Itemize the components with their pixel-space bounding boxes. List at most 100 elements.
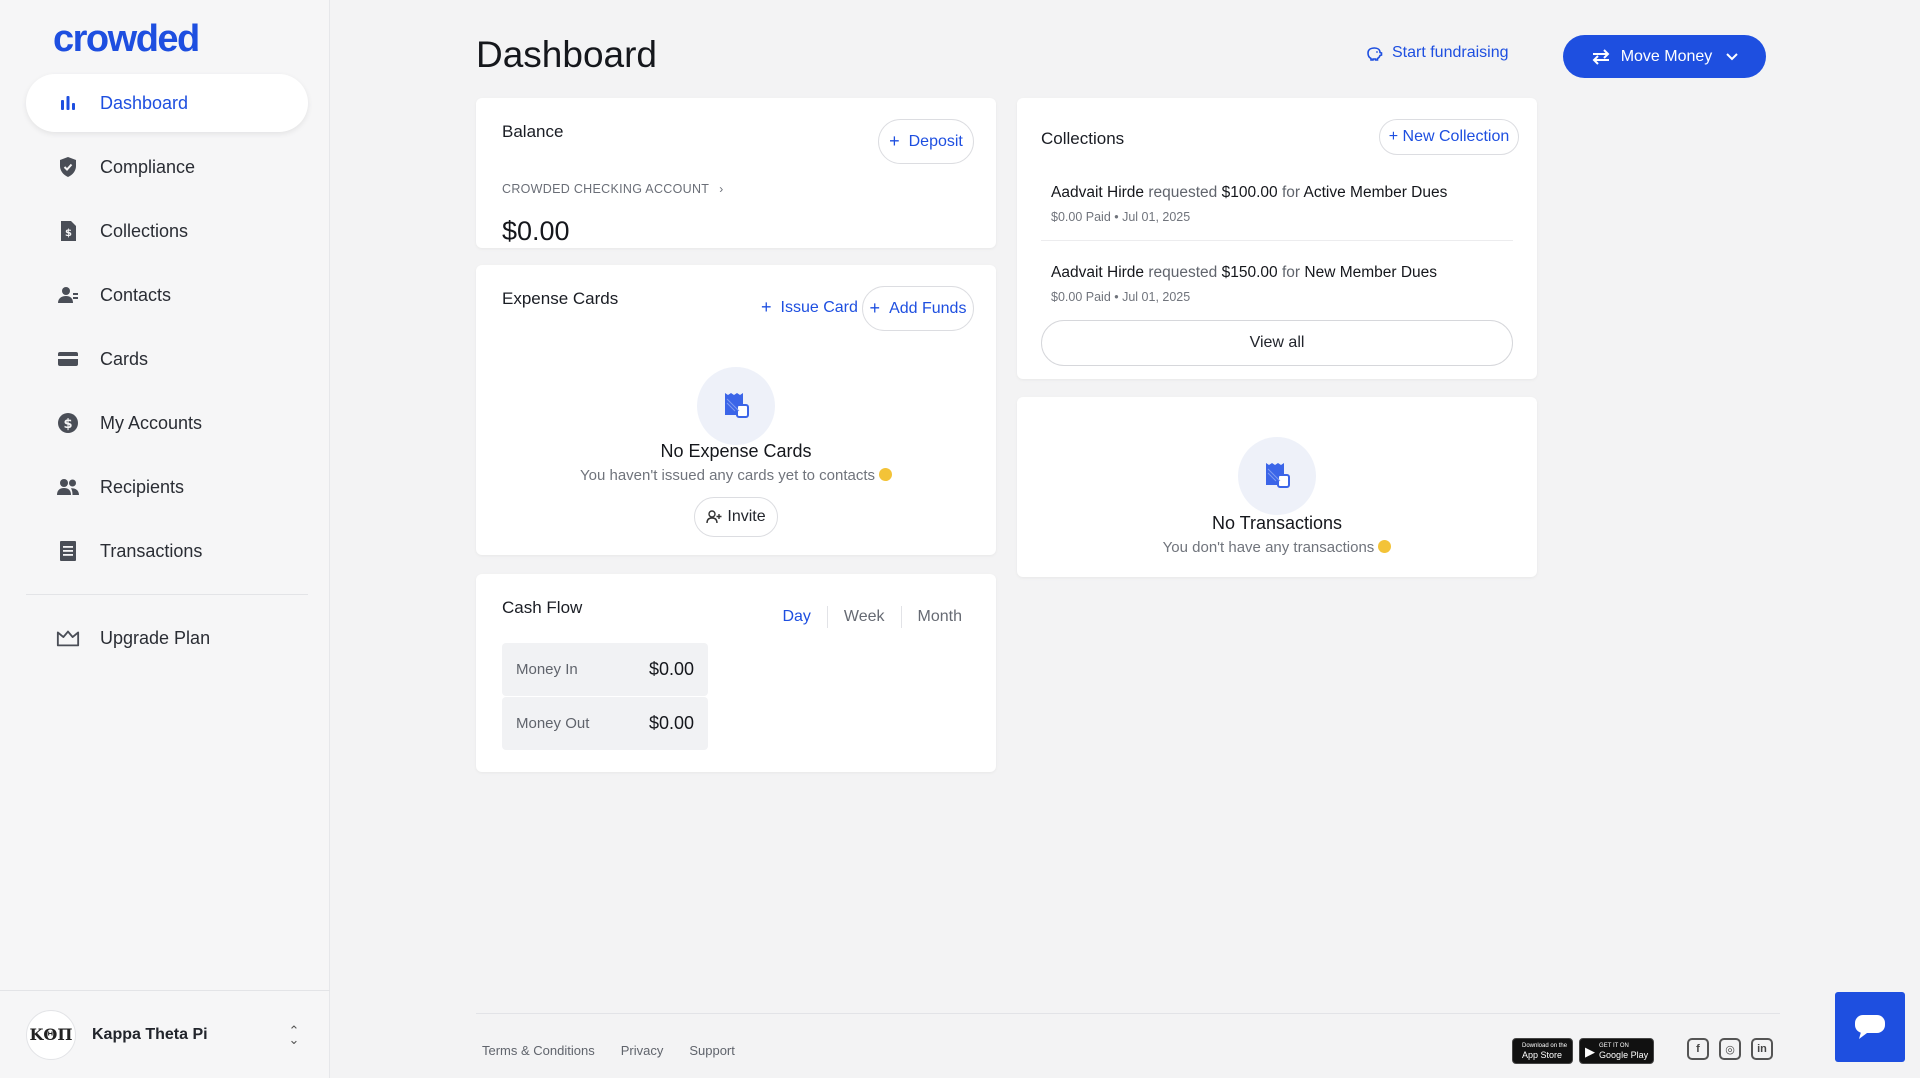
cash-flow-card: Cash Flow Day Week Month Money In $0.00 …	[476, 574, 996, 772]
empty-transactions-illustration	[1238, 437, 1316, 515]
receipt-icon	[1266, 463, 1290, 488]
collection-summary: Aadvait Hirde requested $150.00 for New …	[1051, 264, 1438, 281]
sidebar-item-compliance[interactable]: Compliance	[26, 138, 308, 196]
chevron-right-icon: ›	[719, 182, 724, 196]
tab-week[interactable]: Week	[828, 608, 901, 626]
sidebar-divider	[26, 594, 308, 595]
collections-title: Collections	[1041, 129, 1125, 148]
new-collection-button[interactable]: + New Collection	[1379, 119, 1519, 155]
checking-account-link[interactable]: CROWDED CHECKING ACCOUNT ›	[502, 182, 724, 196]
deposit-button[interactable]: + Deposit	[878, 119, 974, 164]
org-switcher[interactable]: ΚΘΠ Kappa Theta Pi ⌃ ⌄	[0, 990, 330, 1078]
deposit-label: Deposit	[908, 132, 963, 150]
cash-flow-tabs: Day Week Month	[766, 606, 978, 628]
page-title: Dashboard	[476, 34, 658, 75]
emoji-icon	[879, 468, 892, 481]
crown-icon	[56, 626, 80, 650]
money-out-box: Money Out $0.00	[502, 697, 708, 750]
empty-cards-illustration	[697, 367, 775, 445]
sidebar-item-cards[interactable]: Cards	[26, 330, 308, 388]
collection-item[interactable]: Aadvait Hirde requested $150.00 for New …	[1051, 264, 1511, 304]
move-money-button[interactable]: Move Money	[1563, 35, 1766, 78]
play-icon: ▶	[1585, 1043, 1596, 1059]
social-links: f ◎ in	[1687, 1038, 1783, 1060]
list-icon	[56, 539, 80, 563]
footer-links: Terms & Conditions Privacy Support	[482, 1043, 761, 1058]
no-expense-cards-subtitle: You haven't issued any cards yet to cont…	[476, 467, 996, 484]
terms-link[interactable]: Terms & Conditions	[482, 1043, 595, 1058]
app-store-badge[interactable]: Download on the App Store	[1512, 1038, 1574, 1064]
sidebar-item-label: Upgrade Plan	[100, 627, 211, 648]
piggy-bank-icon	[1367, 47, 1383, 61]
tab-month[interactable]: Month	[902, 608, 978, 626]
svg-text:$: $	[65, 228, 72, 239]
money-out-value: $0.00	[648, 713, 694, 733]
receipt-icon	[725, 393, 749, 418]
footer-divider	[476, 1013, 1780, 1014]
linkedin-icon[interactable]: in	[1751, 1038, 1773, 1060]
bar-chart-icon	[56, 91, 80, 115]
sidebar-item-contacts[interactable]: Contacts	[26, 266, 308, 324]
google-play-badge[interactable]: ▶ GET IT ON Google Play	[1579, 1038, 1655, 1064]
store-badges: Download on the App Store ▶ GET IT ON Goog…	[1512, 1038, 1660, 1064]
sidebar-item-recipients[interactable]: Recipients	[26, 458, 308, 516]
chevron-up-down-icon[interactable]: ⌃ ⌄	[284, 1024, 304, 1046]
people-icon	[56, 475, 80, 499]
sidebar-item-collections[interactable]: $ Collections	[26, 202, 308, 260]
money-out-label: Money Out	[516, 715, 590, 732]
sidebar-item-label: Compliance	[100, 156, 196, 177]
money-in-box: Money In $0.00	[502, 643, 708, 696]
sidebar-item-dashboard[interactable]: Dashboard	[26, 74, 308, 132]
money-in-value: $0.00	[648, 659, 694, 679]
chat-button[interactable]	[1835, 992, 1905, 1062]
sidebar-item-label: Recipients	[100, 476, 185, 497]
sidebar-item-transactions[interactable]: Transactions	[26, 522, 308, 580]
svg-text:$: $	[63, 417, 72, 432]
add-person-icon	[706, 510, 722, 524]
issue-card-button[interactable]: + Issue Card	[761, 297, 858, 318]
collection-meta: $0.00 Paid • Jul 01, 2025	[1051, 210, 1191, 224]
move-money-label: Move Money	[1620, 47, 1713, 65]
collection-item[interactable]: Aadvait Hirde requested $100.00 for Acti…	[1051, 184, 1511, 224]
emoji-icon	[1378, 540, 1392, 553]
sidebar: crowded Dashboard Compliance $ Collectio…	[0, 0, 330, 1078]
collection-summary: Aadvait Hirde requested $100.00 for Acti…	[1051, 184, 1448, 201]
plus-icon: +	[889, 131, 900, 151]
org-avatar: ΚΘΠ	[26, 1009, 76, 1060]
sidebar-item-upgrade-plan[interactable]: Upgrade Plan	[26, 609, 308, 667]
add-funds-button[interactable]: + Add Funds	[862, 286, 974, 331]
no-transactions-subtitle: You don't have any transactions	[1017, 539, 1537, 556]
start-fundraising-label: Start fundraising	[1392, 44, 1509, 61]
sidebar-item-label: Dashboard	[100, 92, 189, 113]
facebook-icon[interactable]: f	[1687, 1038, 1709, 1060]
transfer-arrows-icon	[1592, 48, 1610, 65]
collections-card: Collections + New Collection Aadvait Hir…	[1017, 98, 1537, 379]
add-funds-label: Add Funds	[889, 299, 967, 317]
contacts-icon	[56, 283, 80, 307]
collection-meta: $0.00 Paid • Jul 01, 2025	[1051, 290, 1191, 304]
sidebar-nav: Dashboard Compliance $ Collections Conta…	[26, 74, 308, 673]
instagram-icon[interactable]: ◎	[1719, 1038, 1741, 1060]
shield-icon	[56, 155, 80, 179]
money-in-label: Money In	[516, 661, 578, 678]
balance-amount: $0.00	[502, 216, 570, 246]
privacy-link[interactable]: Privacy	[621, 1043, 664, 1058]
no-transactions-title: No Transactions	[1211, 513, 1343, 533]
tab-day[interactable]: Day	[766, 608, 826, 626]
support-link[interactable]: Support	[689, 1043, 735, 1058]
transactions-card: No Transactions You don't have any trans…	[1017, 397, 1537, 577]
crowded-logo[interactable]: crowded	[53, 18, 200, 61]
invite-label: Invite	[727, 508, 766, 525]
sidebar-item-label: Collections	[100, 220, 189, 241]
invite-button[interactable]: Invite	[694, 497, 778, 537]
account-label: CROWDED CHECKING ACCOUNT	[502, 182, 710, 196]
sidebar-item-my-accounts[interactable]: $ My Accounts	[26, 394, 308, 452]
start-fundraising-link[interactable]: Start fundraising	[1365, 44, 1509, 62]
no-expense-cards-title: No Expense Cards	[660, 441, 812, 461]
expense-cards-title: Expense Cards	[502, 289, 619, 308]
view-all-button[interactable]: View all	[1041, 320, 1513, 366]
balance-card: Balance + Deposit CROWDED CHECKING ACCOU…	[476, 98, 996, 248]
org-name: Kappa Theta Pi	[92, 1025, 208, 1043]
sidebar-item-label: Cards	[100, 348, 149, 369]
chevron-down-icon	[1726, 52, 1739, 60]
